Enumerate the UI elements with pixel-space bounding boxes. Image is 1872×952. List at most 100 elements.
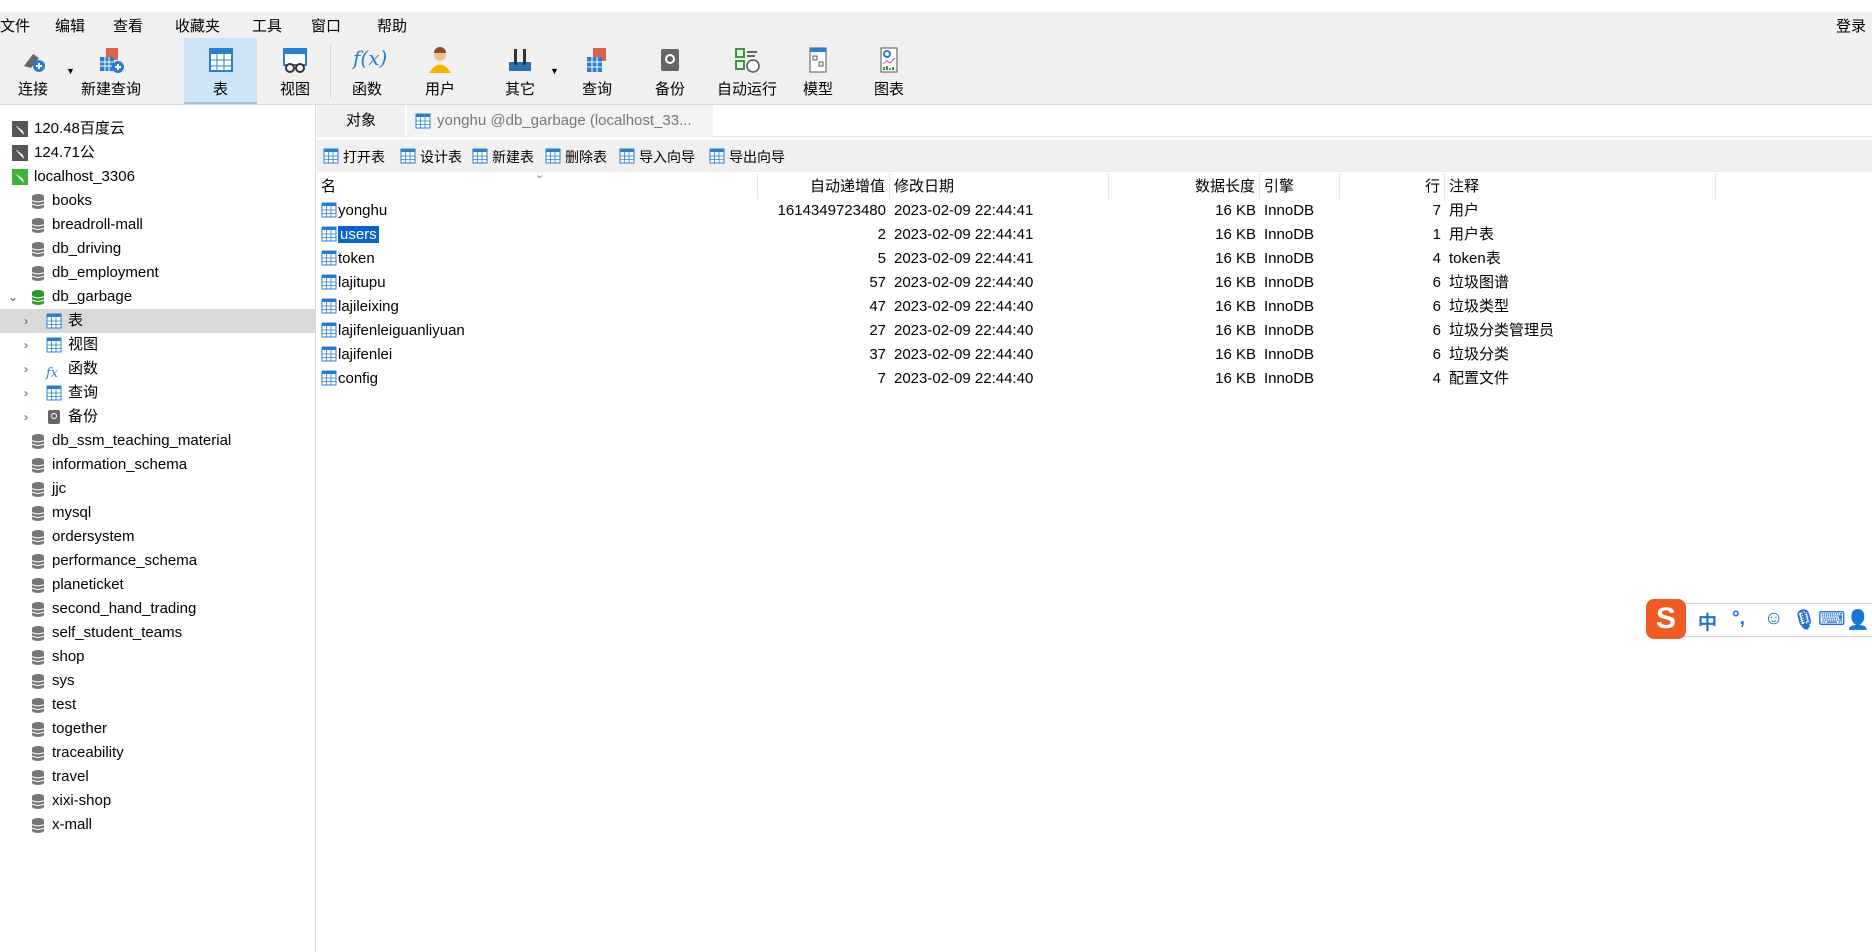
user-profile-icon[interactable]: 👤 <box>1846 608 1870 632</box>
database-item[interactable]: xixi-shop <box>0 789 315 813</box>
menu-favorites[interactable]: 收藏夹 <box>175 15 220 36</box>
ime-punct-toggle[interactable]: °, <box>1732 608 1745 630</box>
connect-button[interactable]: 连接 <box>10 38 56 104</box>
cell-6: 用户 <box>1449 202 1480 219</box>
menu-file[interactable]: 文件 <box>0 15 30 36</box>
database-item[interactable]: shop <box>0 645 315 669</box>
column-header[interactable]: 自动递增值 <box>758 174 890 199</box>
database-item[interactable]: db_employment <box>0 261 315 285</box>
cell-3: 16 KB <box>1215 226 1256 243</box>
database-icon <box>30 433 46 449</box>
menu-view[interactable]: 查看 <box>113 15 143 36</box>
table-row[interactable]: lajileixing 47 2023-02-09 22:44:40 16 KB Inn… <box>317 295 1872 319</box>
new-query-button[interactable]: 新建查询 <box>78 38 144 104</box>
mysql-connection-icon <box>12 145 28 161</box>
view-button[interactable]: 视图 <box>260 38 330 104</box>
connection-120-48[interactable]: 120.48百度云 <box>0 117 315 141</box>
tab-objects[interactable]: 对象 <box>317 105 405 137</box>
menu-tools[interactable]: 工具 <box>252 15 282 36</box>
column-header[interactable]: 注释 <box>1445 174 1716 199</box>
database-item[interactable]: x-mall <box>0 813 315 837</box>
tree-item-function[interactable]: › fx 函数 <box>0 357 315 381</box>
database-item[interactable]: second_hand_trading <box>0 597 315 621</box>
microphone-icon[interactable]: 🎙 <box>1792 608 1816 632</box>
tree-item-backup[interactable]: › 备份 <box>0 405 315 429</box>
chevron-right-icon[interactable]: › <box>24 333 28 357</box>
auto-run-button[interactable]: 自动运行 <box>706 38 788 104</box>
query-button[interactable]: 查询 <box>562 38 632 104</box>
database-item[interactable]: ⌄ db_garbage <box>0 285 315 309</box>
new-table-button[interactable]: 新建表 <box>472 147 534 167</box>
navigation-tree[interactable]: 120.48百度云124.71公⌄localhost_3306booksbrea… <box>0 105 316 952</box>
column-header[interactable]: 修改日期 <box>890 174 1109 199</box>
tree-item-label: travel <box>52 768 89 785</box>
function-button[interactable]: f(x) 函数 <box>332 38 402 104</box>
model-button[interactable]: 模型 <box>790 38 846 104</box>
import-wizard-button[interactable]: 导入向导 <box>619 147 695 167</box>
connection-localhost[interactable]: ⌄localhost_3306 <box>0 165 315 189</box>
chevron-right-icon[interactable]: › <box>24 405 28 429</box>
database-item[interactable]: self_student_teams <box>0 621 315 645</box>
tools-icon <box>509 49 531 71</box>
chevron-right-icon[interactable]: › <box>24 381 28 405</box>
export-wizard-button[interactable]: 导出向导 <box>709 147 785 167</box>
ime-mode-toggle[interactable]: 中 <box>1698 608 1717 635</box>
delete-table-button[interactable]: 删除表 <box>545 147 607 167</box>
tree-item-label: localhost_3306 <box>34 168 135 185</box>
database-item[interactable]: jjc <box>0 477 315 501</box>
chevron-right-icon[interactable]: › <box>24 309 28 333</box>
database-item[interactable]: together <box>0 717 315 741</box>
database-item[interactable]: traceability <box>0 741 315 765</box>
design-table-button[interactable]: 设计表 <box>400 147 462 167</box>
open-table-button[interactable]: 打开表 <box>323 147 385 167</box>
tree-item-table[interactable]: › 表 <box>0 309 315 333</box>
database-item[interactable]: information_schema <box>0 453 315 477</box>
database-item[interactable]: ordersystem <box>0 525 315 549</box>
other-dropdown-arrow[interactable]: ▼ <box>550 66 559 76</box>
view-icon <box>46 337 62 353</box>
menu-help[interactable]: 帮助 <box>377 15 407 36</box>
emoji-icon[interactable]: ☺ <box>1764 608 1783 630</box>
backup-button[interactable]: 备份 <box>636 38 704 104</box>
database-item[interactable]: db_ssm_teaching_material <box>0 429 315 453</box>
tree-item-label: self_student_teams <box>52 624 183 641</box>
chevron-right-icon[interactable]: › <box>24 357 28 381</box>
tree-item-view[interactable]: › 视图 <box>0 333 315 357</box>
tree-item-label: xixi-shop <box>52 792 112 809</box>
connect-dropdown-arrow[interactable]: ▼ <box>66 66 75 76</box>
chart-button[interactable]: 图表 <box>860 38 918 104</box>
database-item[interactable]: test <box>0 693 315 717</box>
keyboard-icon[interactable]: ⌨ <box>1818 608 1845 631</box>
tree-item-query[interactable]: › 查询 <box>0 381 315 405</box>
database-item[interactable]: breadroll-mall <box>0 213 315 237</box>
table-row[interactable]: config 7 2023-02-09 22:44:40 16 KB InnoDB 4 配置… <box>317 367 1872 391</box>
table-button[interactable]: 表 <box>184 38 257 104</box>
database-item[interactable]: mysql <box>0 501 315 525</box>
database-item[interactable]: travel <box>0 765 315 789</box>
tab-yonghu-table[interactable]: yonghu @db_garbage (localhost_33... <box>407 105 713 137</box>
table-row[interactable]: lajifenlei 37 2023-02-09 22:44:40 16 KB Inno… <box>317 343 1872 367</box>
table-row[interactable]: lajifenleiguanliyuan 27 2023-02-09 22:44:4… <box>317 319 1872 343</box>
table-icon <box>321 346 337 362</box>
database-icon <box>30 457 46 473</box>
user-button[interactable]: 用户 <box>404 38 476 104</box>
column-header[interactable]: 引擎 <box>1260 174 1340 199</box>
table-row[interactable]: yonghu 1614349723480 2023-02-09 22:44:41 16… <box>317 199 1872 223</box>
table-row[interactable]: lajitupu 57 2023-02-09 22:44:40 16 KB InnoDB… <box>317 271 1872 295</box>
sogou-logo-icon[interactable]: S <box>1646 599 1686 639</box>
database-item[interactable]: books <box>0 189 315 213</box>
menu-window[interactable]: 窗口 <box>311 15 341 36</box>
table-row[interactable]: token 5 2023-02-09 22:44:41 16 KB InnoDB 4 tok… <box>317 247 1872 271</box>
other-button[interactable]: 其它 <box>484 38 556 104</box>
column-header[interactable]: 行 <box>1340 174 1445 199</box>
table-row[interactable]: users 2 2023-02-09 22:44:41 16 KB InnoDB 1 用户表 <box>317 223 1872 247</box>
connection-124-71[interactable]: 124.71公 <box>0 141 315 165</box>
chevron-down-icon[interactable]: ⌄ <box>8 285 18 309</box>
menu-edit[interactable]: 编辑 <box>55 15 85 36</box>
column-header[interactable]: 数据长度 <box>1109 174 1260 199</box>
database-item[interactable]: performance_schema <box>0 549 315 573</box>
database-item[interactable]: sys <box>0 669 315 693</box>
login-link[interactable]: 登录 <box>1836 15 1866 36</box>
database-item[interactable]: db_driving <box>0 237 315 261</box>
database-item[interactable]: planeticket <box>0 573 315 597</box>
